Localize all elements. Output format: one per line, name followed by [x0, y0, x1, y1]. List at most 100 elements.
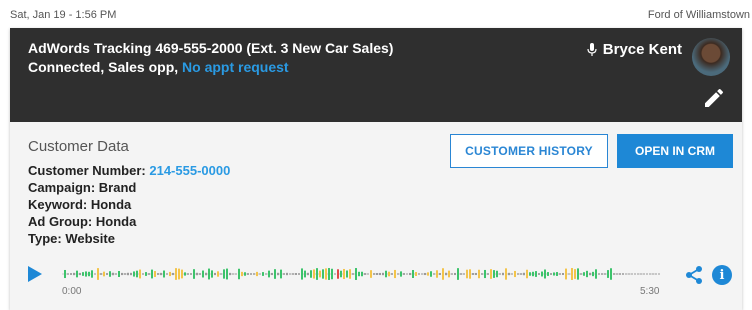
- waveform-bar: [247, 273, 249, 275]
- waveform-bar: [385, 270, 387, 278]
- call-datetime: Sat, Jan 19 - 1:56 PM: [10, 9, 117, 21]
- waveform-bar: [415, 272, 417, 276]
- waveform-bar: [421, 273, 423, 275]
- waveform-bar: [241, 271, 243, 277]
- waveform-bar: [448, 270, 450, 278]
- waveform-bar: [502, 272, 504, 276]
- pencil-icon[interactable]: [702, 86, 726, 110]
- waveform-bar: [619, 273, 621, 275]
- waveform-bar: [97, 268, 99, 280]
- waveform-bar: [211, 270, 213, 278]
- waveform-bar: [481, 273, 483, 275]
- waveform-bar: [427, 272, 429, 276]
- waveform-bar: [514, 270, 516, 278]
- waveform-bar: [649, 273, 651, 275]
- play-icon[interactable]: [28, 266, 42, 282]
- customer-number-link[interactable]: 214-555-0000: [149, 163, 230, 178]
- dealer-name: Ford of Williamstown: [647, 9, 750, 21]
- waveform-bar: [376, 273, 378, 275]
- appointment-status-link[interactable]: No appt request: [182, 59, 289, 75]
- waveform-bar: [643, 273, 645, 275]
- waveform-bar: [547, 272, 549, 276]
- waveform-bar: [520, 273, 522, 275]
- waveform-bar: [148, 273, 150, 275]
- waveform-bar: [250, 273, 252, 275]
- waveform-bar: [634, 273, 636, 275]
- waveform-bar: [286, 272, 288, 276]
- waveform-bar: [145, 272, 147, 276]
- keyword-row: Keyword: Honda: [28, 197, 132, 212]
- agent-name: Bryce Kent: [602, 41, 682, 58]
- waveform-bar: [319, 270, 321, 278]
- waveform-bar: [436, 270, 438, 278]
- waveform-bar: [115, 273, 117, 275]
- waveform-bar: [229, 272, 231, 276]
- waveform-bar: [577, 268, 579, 280]
- open-in-crm-button[interactable]: OPEN IN CRM: [617, 134, 733, 168]
- avatar[interactable]: [692, 38, 730, 76]
- audio-waveform[interactable]: [62, 260, 662, 288]
- waveform-bar: [169, 271, 171, 277]
- waveform-bar: [112, 272, 114, 276]
- share-icon[interactable]: [684, 265, 704, 285]
- waveform-bar: [460, 273, 462, 275]
- waveform-bar: [307, 272, 309, 276]
- waveform-bar: [142, 273, 144, 275]
- waveform-bar: [406, 273, 408, 275]
- waveform-bar: [340, 270, 342, 278]
- waveform-bar: [622, 273, 624, 275]
- waveform-bar: [298, 273, 300, 275]
- waveform-bar: [610, 268, 612, 280]
- waveform-bar: [544, 269, 546, 279]
- waveform-bar: [505, 268, 507, 280]
- waveform-bar: [508, 272, 510, 276]
- waveform-bar: [442, 268, 444, 280]
- waveform-bar: [538, 273, 540, 275]
- waveform-bar: [178, 268, 180, 280]
- waveform-bar: [130, 272, 132, 276]
- end-time: 5:30: [640, 286, 660, 297]
- waveform-bar: [511, 273, 513, 275]
- waveform-bar: [628, 273, 630, 275]
- waveform-bar: [475, 272, 477, 276]
- waveform-bar: [571, 268, 573, 280]
- waveform-bar: [67, 273, 69, 275]
- waveform-bar: [631, 273, 633, 275]
- info-icon[interactable]: i: [712, 265, 732, 285]
- waveform-bar: [88, 271, 90, 277]
- waveform-bar: [604, 273, 606, 275]
- waveform-bar: [640, 273, 642, 275]
- campaign-row: Campaign: Brand: [28, 180, 137, 195]
- waveform-bar: [184, 272, 186, 276]
- waveform-bar: [412, 270, 414, 278]
- waveform-bar: [364, 273, 366, 275]
- customer-number-row: Customer Number: 214-555-0000: [28, 162, 230, 179]
- waveform-bar: [193, 269, 195, 279]
- waveform-bar: [478, 269, 480, 279]
- waveform-bar: [445, 272, 447, 276]
- waveform-bar: [136, 270, 138, 278]
- waveform-bar: [439, 273, 441, 275]
- customer-fields: Customer Number: 214-555-0000 Campaign: …: [28, 162, 230, 247]
- waveform-bar: [553, 272, 555, 276]
- waveform-bar: [310, 270, 312, 278]
- waveform-bar: [271, 272, 273, 276]
- waveform-bar: [637, 273, 639, 275]
- waveform-bar: [73, 272, 75, 276]
- waveform-bar: [283, 273, 285, 275]
- waveform-bar: [220, 273, 222, 275]
- waveform-bar: [331, 268, 333, 280]
- waveform-bar: [289, 273, 291, 275]
- customer-history-button[interactable]: CUSTOMER HISTORY: [450, 134, 608, 168]
- waveform-bar: [601, 273, 603, 275]
- waveform-bar: [325, 268, 327, 280]
- customer-number-label: Customer Number:: [28, 163, 150, 178]
- waveform-bar: [121, 272, 123, 276]
- call-status-text: Connected, Sales opp,: [28, 59, 183, 75]
- waveform-bar: [433, 273, 435, 275]
- waveform-bar: [199, 273, 201, 275]
- waveform-bar: [625, 273, 627, 275]
- waveform-bar: [100, 273, 102, 275]
- waveform-bar: [349, 269, 351, 279]
- waveform-bar: [214, 272, 216, 276]
